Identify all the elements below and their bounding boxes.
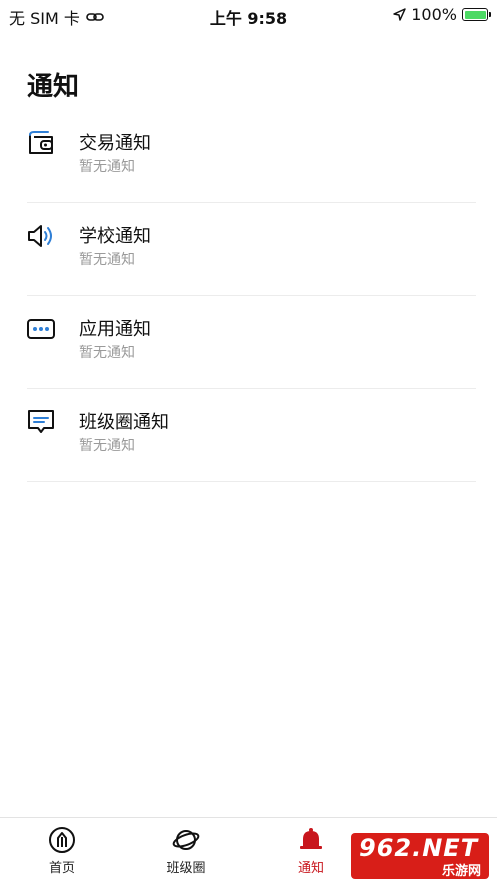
battery-level-fill <box>464 10 486 19</box>
location-arrow-icon <box>393 8 406 21</box>
notification-item-app[interactable]: 应用通知 暂无通知 <box>0 296 497 389</box>
planet-icon <box>172 830 200 850</box>
battery-icon <box>462 8 491 21</box>
home-icon <box>49 827 75 853</box>
notification-item-class-circle[interactable]: 班级圈通知 暂无通知 <box>0 389 497 482</box>
notification-subtitle: 暂无通知 <box>79 159 135 175</box>
notification-title: 学校通知 <box>79 226 151 247</box>
speaker-icon <box>28 225 52 247</box>
notification-title: 班级圈通知 <box>79 412 169 433</box>
divider <box>27 481 476 482</box>
watermark-brand: 962.NET <box>359 834 479 862</box>
bell-icon <box>300 828 322 849</box>
tab-notifications[interactable]: 通知 <box>266 826 356 876</box>
notification-list: 交易通知 暂无通知 学校通知 暂无通知 应用通知 暂无通知 班级圈通知 暂无通知 <box>0 110 497 482</box>
notification-subtitle: 暂无通知 <box>79 252 135 268</box>
tab-label: 首页 <box>48 861 75 876</box>
wallet-icon <box>29 131 53 154</box>
tab-home[interactable]: 首页 <box>17 826 107 876</box>
battery-percent: 100% <box>411 5 457 24</box>
dots-icon <box>27 319 55 339</box>
notification-subtitle: 暂无通知 <box>79 438 135 454</box>
watermark-logo: 962.NET 乐游网 <box>351 833 489 879</box>
tab-label: 班级圈 <box>166 861 206 876</box>
tab-label: 通知 <box>297 861 324 876</box>
notification-subtitle: 暂无通知 <box>79 345 135 361</box>
watermark-sub: 乐游网 <box>441 864 481 879</box>
status-bar: 无 SIM 卡 上午 9:58 100% <box>0 0 497 30</box>
tab-class-circle[interactable]: 班级圈 <box>141 826 231 876</box>
notification-item-transaction[interactable]: 交易通知 暂无通知 <box>0 110 497 203</box>
notification-title: 交易通知 <box>79 133 151 154</box>
page-title: 通知 <box>27 72 80 102</box>
notification-title: 应用通知 <box>79 319 151 340</box>
notification-item-school[interactable]: 学校通知 暂无通知 <box>0 203 497 296</box>
status-right: 100% <box>393 5 491 24</box>
message-icon <box>28 410 54 433</box>
